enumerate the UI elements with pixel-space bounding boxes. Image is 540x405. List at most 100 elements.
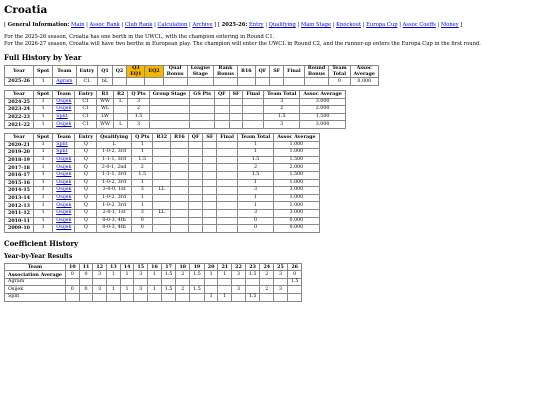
table-cell: Q bbox=[74, 193, 98, 203]
table-cell bbox=[147, 277, 162, 287]
column-header: Entry bbox=[74, 90, 98, 99]
table-cell: 3 bbox=[263, 120, 301, 129]
table-cell: 3 bbox=[273, 270, 288, 279]
team-link[interactable]: Osijek bbox=[56, 172, 71, 177]
column-header: 20 bbox=[203, 262, 219, 272]
table-cell: 2025-26 bbox=[3, 77, 35, 86]
table-cell bbox=[170, 201, 189, 210]
header-row: Year Spot Team Entry R1 R2 Q Pts Group Stage GS … bbox=[3, 90, 346, 99]
column-header: Team bbox=[52, 64, 77, 79]
table-cell: 3 bbox=[92, 285, 108, 295]
intro-text: For the 2025-26 season, Croatia has one … bbox=[4, 34, 536, 47]
table-cell: Q bbox=[74, 216, 98, 226]
table-cell: 1.500 bbox=[299, 112, 346, 122]
team-link[interactable]: Osijek bbox=[56, 218, 71, 223]
team-cell: Osijek bbox=[52, 208, 76, 218]
table-row: Split 1 1 1.5 bbox=[4, 293, 303, 302]
table-cell bbox=[259, 293, 275, 302]
table-cell: 0.000 bbox=[273, 224, 320, 233]
column-header: GS Pts bbox=[189, 90, 215, 99]
table-cell bbox=[170, 163, 189, 172]
team-link[interactable]: Osijek bbox=[56, 106, 71, 111]
header-row: Team 10 11 12 13 14 15 16 17 18 19 20 21 22 23 24 25 26 bbox=[4, 262, 303, 272]
column-header: Team bbox=[4, 262, 66, 272]
table-cell: 1 bbox=[33, 163, 54, 172]
team-link[interactable]: Osijek bbox=[56, 210, 71, 215]
table-cell bbox=[228, 97, 244, 107]
table-cell bbox=[242, 105, 265, 114]
table-cell: C1 bbox=[74, 97, 98, 107]
column-header: Q1 bbox=[97, 64, 113, 79]
column-header: Q Pts bbox=[127, 90, 150, 99]
nav-link-season-main-stage[interactable]: Main Stage bbox=[301, 22, 331, 28]
nav-bracket: ] [ bbox=[212, 22, 222, 28]
table-cell: 2 bbox=[259, 285, 275, 295]
table-cell: 2 bbox=[131, 163, 154, 172]
team-link[interactable]: Split bbox=[56, 114, 67, 119]
table-cell bbox=[214, 97, 230, 107]
table-row: 2021-22 1 Osijek C1 WW L 3 3 3.000 bbox=[3, 120, 346, 129]
table-cell bbox=[170, 224, 189, 233]
table-cell bbox=[244, 277, 261, 287]
team-link[interactable]: Osijek bbox=[56, 195, 71, 200]
nav-link-calculation[interactable]: Calculation bbox=[157, 22, 187, 28]
column-header: 14 bbox=[119, 262, 135, 272]
nav-link-season-assoc-coeffs[interactable]: Assoc Coeffs bbox=[403, 22, 436, 28]
nav-link-club-rank[interactable]: Club Rank bbox=[125, 22, 153, 28]
nav-link-assoc-rank[interactable]: Assoc Rank bbox=[89, 22, 119, 28]
team-link[interactable]: Osijek bbox=[56, 180, 71, 185]
table-cell: 1-0-2, 3rd bbox=[96, 193, 133, 203]
nav-link-main[interactable]: Main bbox=[71, 22, 84, 28]
team-link[interactable]: Osijek bbox=[56, 122, 71, 127]
table-cell: 1.5 bbox=[127, 112, 150, 122]
table-cell: 2023-24 bbox=[3, 105, 35, 114]
column-header: R32 bbox=[152, 132, 172, 142]
table-cell: 1 bbox=[33, 120, 54, 129]
team-link[interactable]: Osijek bbox=[56, 225, 71, 230]
table-cell: bL bbox=[97, 77, 113, 86]
history-table-2021-2025: Year Spot Team Entry R1 R2 Q Pts Group Stage GS … bbox=[3, 90, 346, 129]
table-cell bbox=[187, 208, 204, 218]
table-cell: 1.5 bbox=[286, 277, 303, 287]
team-link[interactable]: Osijek bbox=[56, 187, 71, 192]
column-header: Team bbox=[52, 132, 76, 142]
nav-link-archive[interactable]: Archive bbox=[192, 22, 212, 28]
table-cell bbox=[160, 293, 177, 302]
table-cell bbox=[147, 293, 162, 302]
column-header: Year bbox=[3, 90, 35, 99]
column-header: Final bbox=[216, 132, 238, 142]
table-cell: 1 bbox=[33, 140, 54, 150]
table-cell: 1-0-2, 3rd bbox=[96, 201, 133, 210]
column-header: 10 bbox=[64, 262, 80, 272]
team-link[interactable]: Osijek bbox=[56, 157, 71, 162]
nav-link-season-qualifying[interactable]: Qualifying bbox=[269, 22, 296, 28]
table-cell bbox=[189, 277, 205, 287]
nav-bracket: ] bbox=[458, 22, 463, 28]
column-header: Group Stage bbox=[148, 90, 191, 99]
nav-link-season-europa-cup[interactable]: Europa Cup bbox=[366, 22, 397, 28]
nav-link-season-knockout[interactable]: Knockout bbox=[336, 22, 361, 28]
team-link[interactable]: Osijek bbox=[56, 203, 71, 208]
column-header: Q3 EQ1 bbox=[126, 64, 146, 79]
column-header: 19 bbox=[189, 262, 205, 272]
nav-link-season-entry[interactable]: Entry bbox=[249, 22, 264, 28]
table-cell: 1 bbox=[203, 293, 219, 302]
nav-link-season-money[interactable]: Money bbox=[441, 22, 459, 28]
team-cell: Osijek bbox=[52, 163, 76, 172]
table-cell bbox=[216, 224, 238, 233]
team-link[interactable]: Osijek bbox=[56, 99, 71, 104]
table-cell bbox=[242, 97, 265, 107]
team-link[interactable]: Split bbox=[56, 149, 67, 154]
column-header: Entry bbox=[74, 132, 98, 142]
table-cell: C1 bbox=[74, 105, 98, 114]
team-link[interactable]: Agram bbox=[56, 79, 72, 84]
table-cell: 2 bbox=[175, 270, 191, 279]
table-cell bbox=[187, 224, 204, 233]
table-cell: Q bbox=[74, 170, 98, 180]
table-cell: 3 bbox=[127, 97, 150, 107]
team-link[interactable]: Osijek bbox=[56, 165, 71, 170]
full-history-heading: Full History by Year bbox=[4, 53, 82, 62]
table-cell bbox=[187, 170, 204, 180]
team-link[interactable]: Split bbox=[56, 142, 67, 147]
table-cell: 1.5 bbox=[189, 285, 205, 295]
